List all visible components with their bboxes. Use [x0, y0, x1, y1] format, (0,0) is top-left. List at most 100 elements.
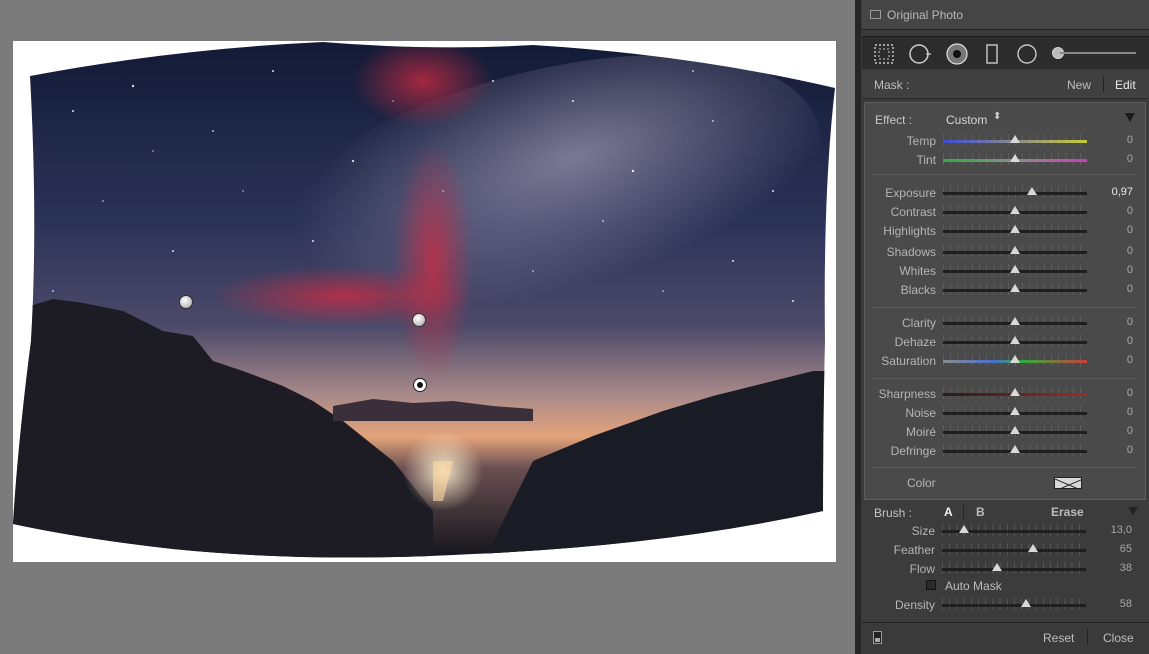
panel-toggle-switch[interactable] [873, 631, 882, 644]
slider-tint[interactable]: Tint 0 [865, 151, 1145, 170]
slider-value[interactable]: 0 [1127, 283, 1133, 295]
auto-mask-checkbox[interactable] [926, 580, 936, 590]
slider-knob-icon[interactable] [1010, 284, 1020, 292]
slider-shadows[interactable]: Shadows 0 [865, 243, 1145, 262]
slider-knob-icon[interactable] [1010, 206, 1020, 214]
slider-knob-icon[interactable] [991, 563, 1002, 571]
slider-saturation[interactable]: Saturation 0 [865, 352, 1145, 371]
slider-knob-icon[interactable] [1027, 544, 1038, 552]
mask-edit-button[interactable]: Edit [1115, 78, 1136, 92]
mask-pin-left[interactable] [179, 295, 193, 309]
slider-value[interactable]: 0 [1127, 224, 1133, 236]
slider-highlights[interactable]: Highlights 0 [865, 222, 1145, 241]
slider-dehaze[interactable]: Dehaze 0 [865, 333, 1145, 352]
slider-label: Defringe [890, 444, 936, 458]
brush-erase-tab[interactable]: Erase [1051, 505, 1084, 519]
slider-value[interactable]: 0 [1127, 264, 1133, 276]
slider-value[interactable]: 0 [1127, 316, 1133, 328]
brush-separator [963, 505, 964, 519]
slider-value[interactable]: 0 [1127, 245, 1133, 257]
slider-label: Feather [893, 543, 935, 557]
slider-knob-icon[interactable] [1010, 336, 1020, 344]
mask-pin-center[interactable] [412, 313, 426, 327]
slider-knob-icon[interactable] [1010, 388, 1020, 396]
slider-track[interactable] [942, 604, 1086, 607]
slider-label: Density [894, 598, 935, 612]
slider-value[interactable]: 0 [1127, 444, 1133, 456]
slider-knob-icon[interactable] [1010, 407, 1020, 415]
close-button[interactable]: Close [1103, 631, 1134, 645]
slider-value[interactable]: 0 [1127, 406, 1133, 418]
reset-button[interactable]: Reset [1043, 631, 1074, 645]
slider-knob-icon[interactable] [1010, 355, 1020, 363]
slider-knob-icon[interactable] [1010, 225, 1020, 233]
brush-slider-feather[interactable]: Feather 65 [864, 541, 1144, 560]
red-eye-icon[interactable] [945, 42, 969, 66]
slider-knob-icon[interactable] [1010, 135, 1020, 143]
slider-knob-icon[interactable] [1010, 445, 1020, 453]
slider-knob-icon[interactable] [1020, 599, 1031, 607]
brush-slider-density[interactable]: Density 58 [864, 596, 1144, 615]
slider-whites[interactable]: Whites 0 [865, 262, 1145, 281]
brush-collapse-icon[interactable] [1128, 507, 1138, 515]
brush-slider-size[interactable]: Size 13,0 [864, 522, 1144, 541]
slider-value[interactable]: 0 [1127, 205, 1133, 217]
slider-value[interactable]: 0 [1127, 134, 1133, 146]
original-photo-checkbox[interactable] [870, 10, 881, 19]
brush-slider-flow[interactable]: Flow 38 [864, 560, 1144, 579]
slider-value[interactable]: 65 [1120, 543, 1132, 555]
original-photo-label: Original Photo [887, 8, 964, 22]
slider-value[interactable]: 0 [1127, 387, 1133, 399]
brush-section: Brush : A B Erase Size 13,0 Feather 65 Flow 3… [862, 500, 1149, 620]
slider-knob-icon[interactable] [1010, 265, 1020, 273]
slider-value[interactable]: 0 [1127, 153, 1133, 165]
slider-value[interactable]: 0 [1127, 335, 1133, 347]
brush-b-tab[interactable]: B [976, 505, 985, 519]
slider-contrast[interactable]: Contrast 0 [865, 203, 1145, 222]
slider-clarity[interactable]: Clarity 0 [865, 314, 1145, 333]
effect-collapse-icon[interactable] [1125, 113, 1135, 122]
slider-defringe[interactable]: Defringe 0 [865, 442, 1145, 461]
slider-label: Clarity [901, 316, 936, 330]
slider-knob-icon[interactable] [1010, 154, 1020, 162]
slider-moire[interactable]: Moiré 0 [865, 423, 1145, 442]
mask-row: Mask : New Edit [862, 70, 1149, 99]
slider-label: Blacks [900, 283, 936, 297]
slider-temp[interactable]: Temp 0 [865, 132, 1145, 151]
slider-knob-icon[interactable] [1027, 187, 1038, 195]
slider-sharpness[interactable]: Sharpness 0 [865, 385, 1145, 404]
no-color-icon [1055, 478, 1081, 488]
slider-value[interactable]: 13,0 [1111, 524, 1132, 536]
slider-value[interactable]: 58 [1120, 598, 1132, 610]
effect-select-arrows-icon[interactable]: ⬍ [993, 111, 1001, 122]
slider-knob-icon[interactable] [1010, 246, 1020, 254]
tool-strip [862, 36, 1149, 69]
mask-new-button[interactable]: New [1067, 78, 1091, 92]
slider-value[interactable]: 0 [1127, 354, 1133, 366]
radial-filter-icon[interactable] [1015, 42, 1039, 66]
slider-label: Contrast [890, 205, 936, 219]
slider-noise[interactable]: Noise 0 [865, 404, 1145, 423]
photo-canvas[interactable] [0, 0, 855, 654]
slider-track[interactable] [942, 568, 1086, 571]
effect-preset-select[interactable]: Custom [946, 113, 987, 127]
brush-a-tab[interactable]: A [944, 505, 953, 519]
slider-label: Flow [909, 562, 935, 576]
slider-track[interactable] [942, 549, 1086, 552]
color-swatch[interactable] [1054, 477, 1082, 489]
slider-value[interactable]: 38 [1120, 562, 1132, 574]
tool-slider-track[interactable] [1060, 52, 1136, 54]
slider-blacks[interactable]: Blacks 0 [865, 281, 1145, 300]
slider-exposure[interactable]: Exposure 0,97 [865, 184, 1145, 203]
slider-knob-icon[interactable] [1010, 426, 1020, 434]
spot-removal-icon[interactable] [908, 42, 932, 66]
mask-pin-active[interactable] [413, 378, 427, 392]
slider-track[interactable] [943, 192, 1087, 195]
graduated-filter-icon[interactable] [872, 42, 896, 66]
slider-value[interactable]: 0 [1127, 425, 1133, 437]
graduated-filter-rect-icon[interactable] [980, 42, 1004, 66]
slider-value[interactable]: 0,97 [1112, 186, 1133, 198]
slider-knob-icon[interactable] [1010, 317, 1020, 325]
night-sky-photo[interactable] [13, 41, 836, 562]
slider-knob-icon[interactable] [958, 525, 969, 533]
